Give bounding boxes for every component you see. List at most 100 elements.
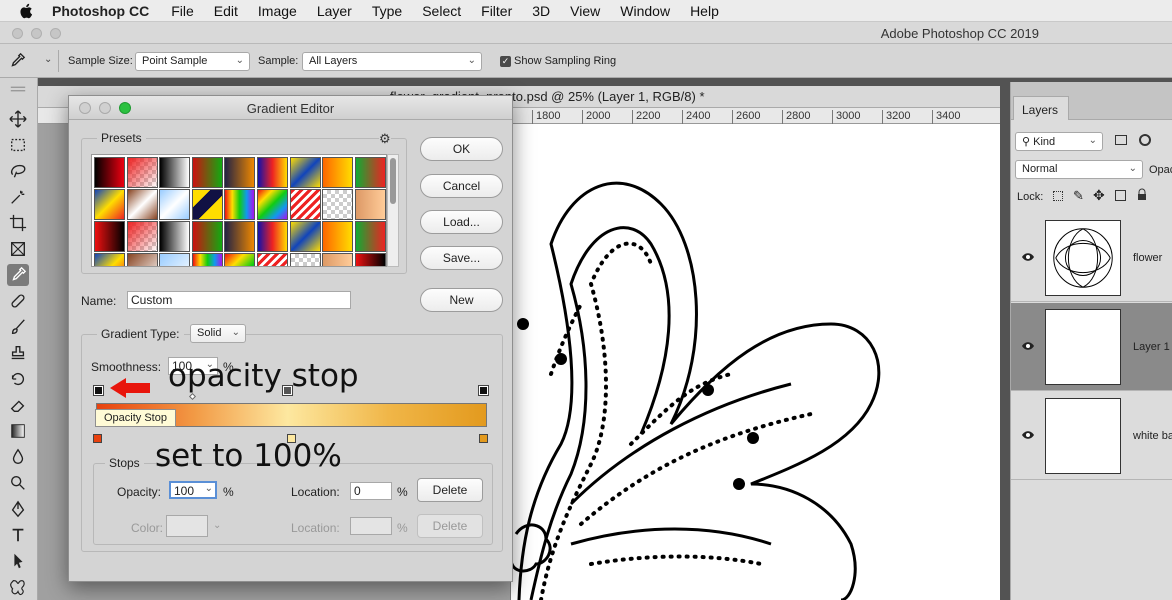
menu-layer[interactable]: Layer <box>317 3 352 19</box>
gradient-preset-swatch[interactable] <box>354 221 386 252</box>
pen-tool-icon[interactable] <box>7 498 29 520</box>
gradient-preset-swatch[interactable] <box>289 221 321 252</box>
color-location-input[interactable] <box>350 517 392 535</box>
visibility-eye-icon[interactable] <box>1021 252 1035 262</box>
type-tool-icon[interactable] <box>7 524 29 546</box>
gradient-preset-swatch[interactable] <box>159 189 191 220</box>
path-selection-tool-icon[interactable] <box>7 550 29 572</box>
frame-tool-icon[interactable] <box>7 238 29 260</box>
lock-pixels-icon[interactable]: ✎ <box>1073 188 1084 204</box>
gradient-preset-swatch[interactable] <box>354 253 386 266</box>
zoom-window-button[interactable] <box>50 28 61 39</box>
healing-brush-tool-icon[interactable] <box>7 290 29 312</box>
new-button[interactable]: New <box>420 288 503 312</box>
gradient-preset-swatch[interactable] <box>354 189 386 220</box>
gradient-preset-swatch[interactable] <box>322 189 354 220</box>
dodge-tool-icon[interactable] <box>7 472 29 494</box>
presets-scrollbar[interactable] <box>387 154 399 267</box>
cancel-button[interactable]: Cancel <box>420 174 503 198</box>
gradient-preset-swatch[interactable] <box>126 253 158 266</box>
adjustment-filter-icon[interactable] <box>1139 134 1151 146</box>
opacity-stop-left[interactable] <box>93 385 104 396</box>
gradient-preset-swatch[interactable] <box>159 253 191 266</box>
blend-mode-select[interactable]: Normal ⌄ <box>1015 160 1143 179</box>
brush-tool-icon[interactable] <box>7 316 29 338</box>
magic-wand-tool-icon[interactable] <box>7 186 29 208</box>
gradient-preset-swatch[interactable] <box>322 253 354 266</box>
gradient-preset-swatch[interactable] <box>257 189 288 220</box>
image-filter-icon[interactable] <box>1115 135 1127 145</box>
opacity-input[interactable]: 100 ⌄ <box>169 481 217 499</box>
gradient-preset-swatch[interactable] <box>354 157 386 188</box>
opacity-location-input[interactable]: 0 <box>350 482 392 500</box>
menu-edit[interactable]: Edit <box>214 3 238 19</box>
custom-shape-tool-icon[interactable] <box>7 576 29 598</box>
layer-filter-select[interactable]: ⚲ Kind ⌄ <box>1015 132 1103 151</box>
gradient-preset-swatch[interactable] <box>289 253 321 266</box>
gradient-preset-swatch[interactable] <box>257 157 288 188</box>
visibility-eye-icon[interactable] <box>1021 341 1035 351</box>
gradient-preset-swatch[interactable] <box>289 157 321 188</box>
gradient-preset-swatch[interactable] <box>224 253 256 266</box>
gradient-preset-swatch[interactable] <box>94 221 125 252</box>
gradient-preset-swatch[interactable] <box>94 189 125 220</box>
gradient-preset-swatch[interactable] <box>191 189 223 220</box>
clone-stamp-tool-icon[interactable] <box>7 342 29 364</box>
gradient-preset-swatch[interactable] <box>224 189 256 220</box>
sample-select[interactable]: All Layers ⌄ <box>302 52 482 71</box>
gradient-preset-swatch[interactable] <box>94 253 125 266</box>
marquee-tool-icon[interactable] <box>7 134 29 156</box>
menu-select[interactable]: Select <box>422 3 461 19</box>
gradient-preset-swatch[interactable] <box>159 157 191 188</box>
move-tool-icon[interactable] <box>7 108 29 130</box>
opacity-stop-right[interactable] <box>478 385 489 396</box>
load-button[interactable]: Load... <box>420 210 503 234</box>
gradient-type-select[interactable]: Solid ⌄ <box>190 324 246 343</box>
sample-size-select[interactable]: Point Sample ⌄ <box>135 52 250 71</box>
menu-view[interactable]: View <box>570 3 600 19</box>
eraser-tool-icon[interactable] <box>7 394 29 416</box>
gradient-preset-swatch[interactable] <box>257 253 288 266</box>
gradient-preset-swatch[interactable] <box>322 221 354 252</box>
layer-row-flower[interactable]: flower <box>1011 214 1172 302</box>
panel-grip-icon[interactable] <box>7 84 29 94</box>
show-sampling-ring-checkbox[interactable]: ✓ <box>500 56 511 67</box>
gradient-preset-swatch[interactable] <box>224 221 256 252</box>
blur-tool-icon[interactable] <box>7 446 29 468</box>
gradient-preset-swatch[interactable] <box>224 157 256 188</box>
menu-help[interactable]: Help <box>690 3 719 19</box>
lock-position-icon[interactable]: ✥ <box>1093 187 1105 204</box>
lasso-tool-icon[interactable] <box>7 160 29 182</box>
gradient-preset-swatch[interactable] <box>257 221 288 252</box>
menu-filter[interactable]: Filter <box>481 3 512 19</box>
layer-row-white-background[interactable]: white ba <box>1011 392 1172 480</box>
gear-icon[interactable]: ⚙ <box>379 131 391 147</box>
crop-tool-icon[interactable] <box>7 212 29 234</box>
lock-artboard-icon[interactable] <box>1115 190 1126 201</box>
lock-transparency-icon[interactable] <box>1053 191 1063 201</box>
gradient-preset-swatch[interactable] <box>191 253 223 266</box>
menu-file[interactable]: File <box>171 3 194 19</box>
visibility-eye-icon[interactable] <box>1021 430 1035 440</box>
eyedropper-tool-icon[interactable] <box>7 264 29 286</box>
menu-3d[interactable]: 3D <box>532 3 550 19</box>
color-swatch[interactable] <box>166 515 208 537</box>
tab-layers[interactable]: Layers <box>1013 96 1069 120</box>
menu-image[interactable]: Image <box>258 3 297 19</box>
scrollbar-thumb[interactable] <box>390 158 396 204</box>
gradient-preset-swatch[interactable] <box>126 157 158 188</box>
chevron-down-icon[interactable]: ⌄ <box>44 54 52 65</box>
gradient-preset-swatch[interactable] <box>126 221 158 252</box>
lock-all-icon[interactable] <box>1137 188 1147 201</box>
menu-type[interactable]: Type <box>372 3 402 19</box>
ok-button[interactable]: OK <box>420 137 503 161</box>
menu-app-name[interactable]: Photoshop CC <box>52 3 149 19</box>
gradient-preset-swatch[interactable] <box>191 221 223 252</box>
gradient-preset-swatch[interactable] <box>126 189 158 220</box>
color-stop-left[interactable] <box>93 434 102 443</box>
apple-icon[interactable] <box>18 2 36 20</box>
gradient-tool-icon[interactable] <box>7 420 29 442</box>
gradient-preset-swatch[interactable] <box>322 157 354 188</box>
gradient-preset-swatch[interactable] <box>94 157 125 188</box>
gradient-name-input[interactable]: Custom <box>127 291 351 309</box>
